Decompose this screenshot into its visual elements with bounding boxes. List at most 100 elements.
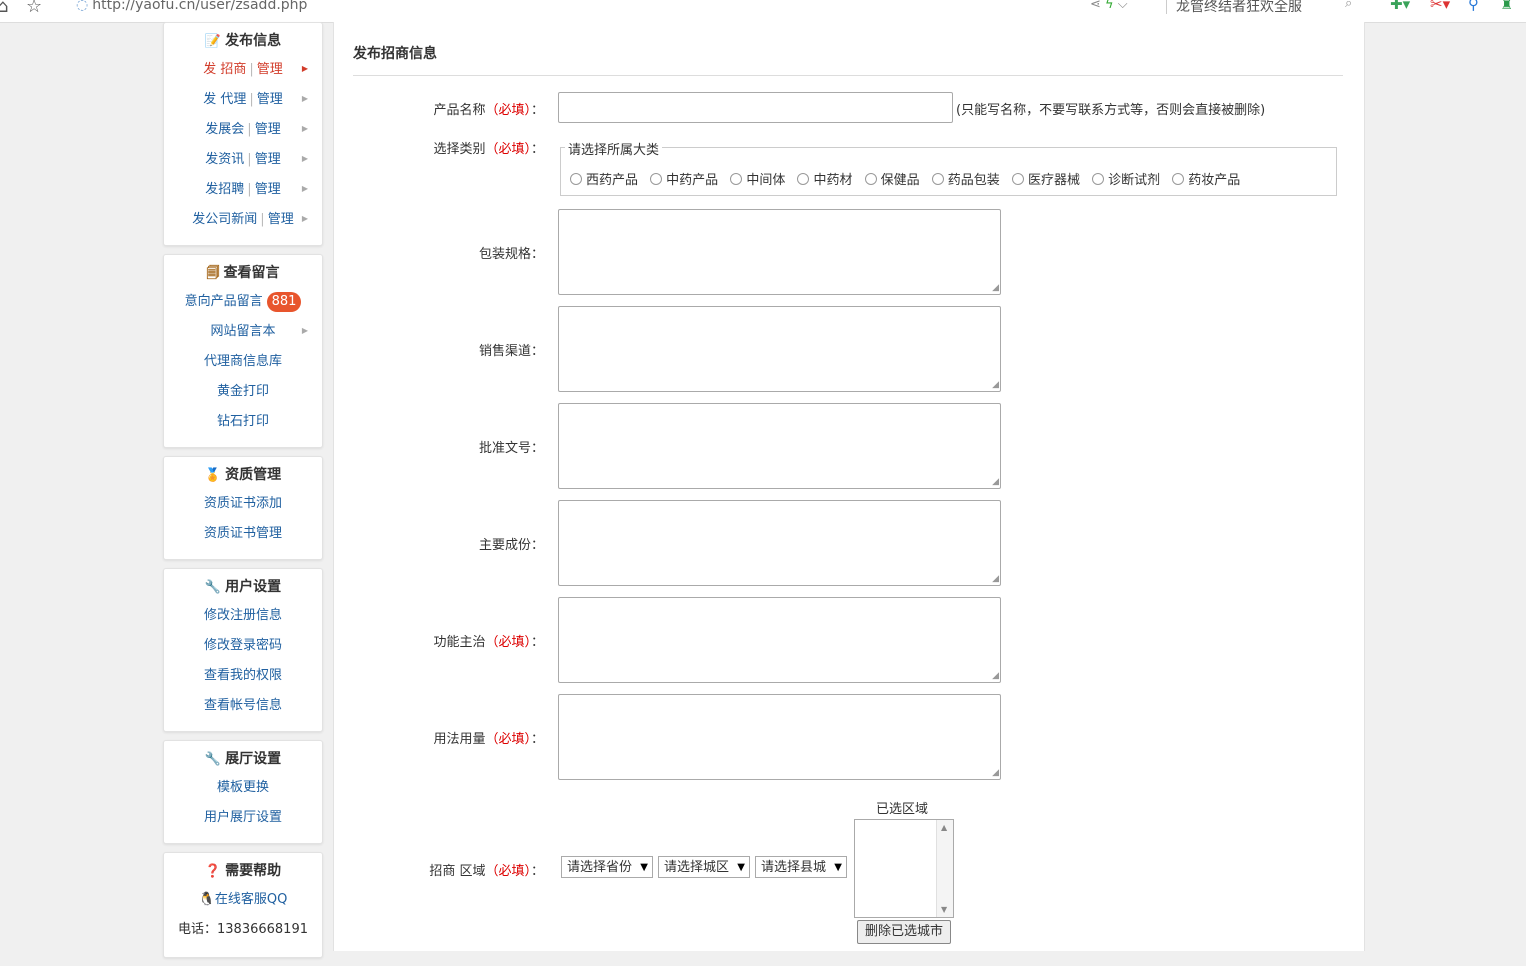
resize-grip-icon[interactable]: ◢ xyxy=(992,381,999,390)
share-icon[interactable]: ⋖ ϟ ⌵ xyxy=(1090,0,1128,12)
publish-link[interactable]: 发资讯 xyxy=(205,152,244,167)
lightning-icon[interactable]: ϟ xyxy=(1105,0,1114,12)
radio-button[interactable] xyxy=(730,173,743,185)
arrow-right-icon: ▶ xyxy=(301,184,308,193)
home-icon[interactable]: ⌂ xyxy=(0,0,8,17)
manage-link[interactable]: 管理 xyxy=(257,62,283,77)
ingredients-textarea[interactable]: ◢ xyxy=(558,500,1001,586)
scroll-up-icon[interactable]: ▲ xyxy=(941,823,947,832)
sidebar-item-hall-settings[interactable]: 用户展厅设置 xyxy=(164,803,322,833)
radio-button[interactable] xyxy=(864,173,877,185)
radio-option[interactable]: 中药材 xyxy=(797,173,856,188)
publish-link[interactable]: 发 代理 xyxy=(203,92,246,107)
qq-support-text[interactable]: 在线客服QQ xyxy=(215,892,287,907)
radio-button[interactable] xyxy=(570,173,582,185)
sidebar-item-company-news[interactable]: 发公司新闻 | 管理 ▶ xyxy=(164,205,322,235)
sidebar-item-daili[interactable]: 发 代理 | 管理 ▶ xyxy=(164,85,322,115)
resize-grip-icon[interactable]: ◢ xyxy=(992,769,999,778)
browser-toolbar: ⌂ ☆ ◌ http://yaofu.cn/user/zsadd.php ⋖ ϟ … xyxy=(0,0,1526,23)
sidebar-item-zhaopin[interactable]: 发招聘 | 管理 ▶ xyxy=(164,175,322,205)
sidebar-item-gold-print[interactable]: 黄金打印 xyxy=(164,377,322,407)
messages-panel: 🗐 查看留言 意向产品留言 881 网站留言本 ▶ 代理商信息库 黄金打印 钻石打印 xyxy=(163,254,323,448)
radio-button[interactable] xyxy=(650,173,663,185)
sidebar-item-zhanhui[interactable]: 发展会 | 管理 ▶ xyxy=(164,115,322,145)
sidebar-item-account-info[interactable]: 查看帐号信息 xyxy=(164,691,322,721)
indications-textarea[interactable]: ◢ xyxy=(558,597,1001,683)
radio-option[interactable]: 西药产品 xyxy=(570,173,642,188)
sidebar-item-agent-db[interactable]: 代理商信息库 xyxy=(164,347,322,377)
product-name-label: 产品名称（必填）： xyxy=(433,103,544,118)
sidebar: 📝 发布信息 发 招商 | 管理 ▶ 发 代理 | 管理 ▶ 发展会 | 管理 ▶ 发资讯 | 管理 ▶ … xyxy=(163,22,323,966)
user-settings-panel: 🔧 用户设置 修改注册信息 修改登录密码 查看我的权限 查看帐号信息 xyxy=(163,568,323,732)
packaging-textarea[interactable]: ◢ xyxy=(558,209,1001,295)
province-select[interactable]: 请选择省份 ▼ xyxy=(561,856,653,878)
radio-option[interactable]: 中药产品 xyxy=(650,173,722,188)
delete-selected-city-button[interactable]: 删除已选城市 xyxy=(857,920,951,944)
guestbook-link[interactable]: 网站留言本 xyxy=(210,324,275,339)
search-icon[interactable]: ⌕ xyxy=(1345,0,1352,11)
publish-link[interactable]: 发展会 xyxy=(205,122,244,137)
usage-textarea[interactable]: ◢ xyxy=(558,694,1001,780)
radio-button[interactable] xyxy=(1092,173,1105,185)
qualification-panel-title: 🏅 资质管理 xyxy=(164,457,322,489)
radio-option[interactable]: 药妆产品 xyxy=(1172,173,1244,188)
resize-grip-icon[interactable]: ◢ xyxy=(992,575,999,584)
star-icon[interactable]: ☆ xyxy=(26,0,42,17)
sidebar-item-cert-manage[interactable]: 资质证书管理 xyxy=(164,519,322,549)
resize-grip-icon[interactable]: ◢ xyxy=(992,284,999,293)
sidebar-item-guestbook[interactable]: 网站留言本 ▶ xyxy=(164,317,322,347)
radio-button[interactable] xyxy=(931,173,944,185)
radio-button[interactable] xyxy=(1011,173,1024,185)
sidebar-item-diamond-print[interactable]: 钻石打印 xyxy=(164,407,322,437)
radio-option[interactable]: 医疗器械 xyxy=(1011,173,1084,188)
radio-button[interactable] xyxy=(1172,173,1185,185)
sidebar-item-template[interactable]: 模板更换 xyxy=(164,773,322,803)
qq-support-link[interactable]: 🐧在线客服QQ xyxy=(164,885,322,915)
resize-grip-icon[interactable]: ◢ xyxy=(992,478,999,487)
radio-button[interactable] xyxy=(797,173,810,185)
sidebar-item-product-messages[interactable]: 意向产品留言 881 xyxy=(164,287,322,317)
city-select[interactable]: 请选择城区 ▼ xyxy=(658,856,750,878)
sidebar-item-view-permissions[interactable]: 查看我的权限 xyxy=(164,661,322,691)
game-icon[interactable]: ♜ xyxy=(1500,0,1513,13)
scroll-down-icon[interactable]: ▼ xyxy=(941,905,947,914)
product-messages-link[interactable]: 意向产品留言 xyxy=(185,294,263,309)
manage-link[interactable]: 管理 xyxy=(255,152,281,167)
manage-link[interactable]: 管理 xyxy=(268,212,294,227)
sidebar-item-zixun[interactable]: 发资讯 | 管理 ▶ xyxy=(164,145,322,175)
radio-option[interactable]: 药品包装 xyxy=(931,173,1004,188)
hall-settings-panel: 🔧 展厅设置 模板更换 用户展厅设置 xyxy=(163,740,323,844)
help-panel: ❓ 需要帮助 🐧在线客服QQ 电话：13836668191 xyxy=(163,852,323,958)
county-select[interactable]: 请选择县城 ▼ xyxy=(755,856,847,878)
packaging-label: 包装规格： xyxy=(478,247,544,262)
manage-link[interactable]: 管理 xyxy=(255,122,281,137)
listbox-scrollbar[interactable]: ▲ ▼ xyxy=(936,820,953,917)
approval-number-textarea[interactable]: ◢ xyxy=(558,403,1001,489)
scissors-icon[interactable]: ✂▾ xyxy=(1430,0,1450,13)
sidebar-item-edit-registration[interactable]: 修改注册信息 xyxy=(164,601,322,631)
address-bar[interactable]: ◌ http://yaofu.cn/user/zsadd.php xyxy=(76,0,307,13)
sales-channel-textarea[interactable]: ◢ xyxy=(558,306,1001,392)
manage-link[interactable]: 管理 xyxy=(257,92,283,107)
selected-region-listbox[interactable]: ▲ ▼ xyxy=(854,819,954,918)
product-name-input[interactable] xyxy=(558,92,953,123)
sidebar-item-cert-add[interactable]: 资质证书添加 xyxy=(164,489,322,519)
publish-panel-title: 📝 发布信息 xyxy=(164,23,322,55)
manage-link[interactable]: 管理 xyxy=(255,182,281,197)
publish-link[interactable]: 发 招商 xyxy=(203,62,246,77)
radio-option[interactable]: 保健品 xyxy=(864,173,924,188)
publish-link[interactable]: 发公司新闻 xyxy=(192,212,257,227)
help-icon: ❓ xyxy=(204,864,222,879)
radio-option[interactable]: 诊断试剂 xyxy=(1092,173,1164,188)
required-marker: （必填） xyxy=(485,142,531,157)
resize-grip-icon[interactable]: ◢ xyxy=(992,672,999,681)
sidebar-item-zhaoshang[interactable]: 发 招商 | 管理 ▶ xyxy=(164,55,322,85)
category-fieldset: 请选择所属大类 西药产品 中药产品 中间体 中药材 保健品 药品包装 医疗器械 … xyxy=(560,139,1337,196)
magnifier-icon[interactable]: ⚲ xyxy=(1468,0,1479,13)
search-input[interactable]: 龙管终结者狂欢全服 xyxy=(1176,0,1302,16)
radio-option[interactable]: 中间体 xyxy=(730,173,789,188)
extension-icon[interactable]: ✚▾ xyxy=(1390,0,1410,13)
publish-link[interactable]: 发招聘 xyxy=(205,182,244,197)
sidebar-item-change-password[interactable]: 修改登录密码 xyxy=(164,631,322,661)
publish-title-text: 发布信息 xyxy=(225,33,282,49)
